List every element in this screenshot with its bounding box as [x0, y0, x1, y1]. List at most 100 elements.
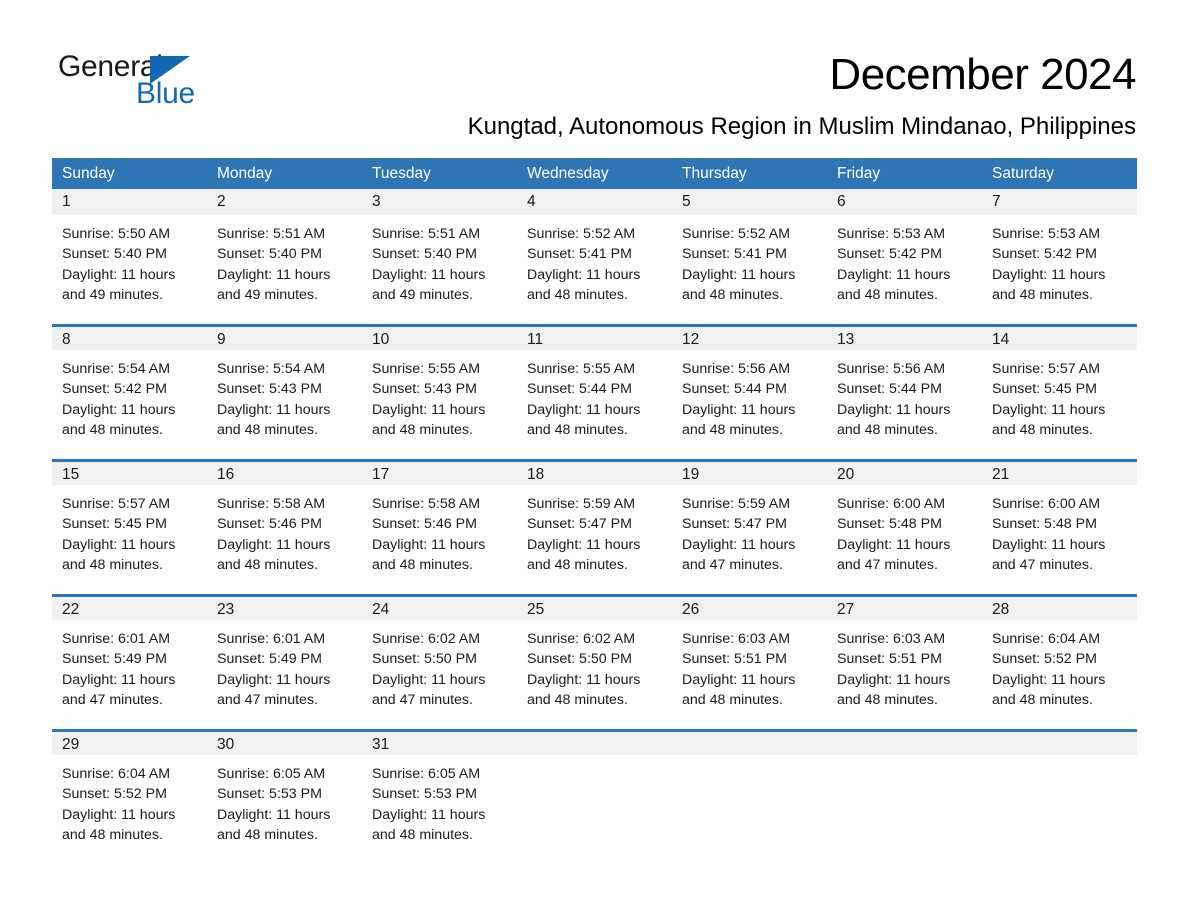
sunrise-text: Sunrise: 5:52 AM — [682, 226, 791, 242]
day-cell[interactable]: Sunrise: 5:54 AM Sunset: 5:43 PM Dayligh… — [207, 350, 362, 459]
day-number[interactable]: 1 — [52, 189, 207, 215]
daylight-text-line1: Daylight: 11 hours — [372, 671, 486, 688]
sunset-text: Sunset: 5:44 PM — [837, 381, 942, 398]
sunset-text: Sunset: 5:48 PM — [992, 516, 1097, 533]
daylight-text-line1: Daylight: 11 hours — [372, 266, 486, 283]
day-cell[interactable]: Sunrise: 6:05 AM Sunset: 5:53 PM Dayligh… — [362, 755, 517, 864]
day-cell[interactable]: Sunrise: 5:57 AM Sunset: 5:45 PM Dayligh… — [52, 485, 207, 594]
day-number[interactable]: 4 — [517, 189, 672, 215]
sunset-text: Sunset: 5:44 PM — [527, 381, 632, 398]
sunrise-text: Sunrise: 6:01 AM — [62, 631, 171, 647]
day-number[interactable]: 10 — [362, 327, 517, 350]
day-cell[interactable]: Sunrise: 5:56 AM Sunset: 5:44 PM Dayligh… — [827, 350, 982, 459]
day-number[interactable]: 23 — [207, 597, 362, 620]
day-cell[interactable]: Sunrise: 6:01 AM Sunset: 5:49 PM Dayligh… — [207, 620, 362, 729]
day-cell[interactable]: Sunrise: 6:02 AM Sunset: 5:50 PM Dayligh… — [517, 620, 672, 729]
daylight-text-line2: and 48 minutes. — [837, 421, 938, 438]
day-number-empty — [827, 732, 982, 755]
day-cell[interactable]: Sunrise: 5:58 AM Sunset: 5:46 PM Dayligh… — [207, 485, 362, 594]
week-detail-strip: Sunrise: 6:04 AM Sunset: 5:52 PM Dayligh… — [52, 755, 1137, 864]
daylight-text-line1: Daylight: 11 hours — [837, 536, 951, 553]
day-cell[interactable]: Sunrise: 5:56 AM Sunset: 5:44 PM Dayligh… — [672, 350, 827, 459]
day-cell[interactable]: Sunrise: 6:03 AM Sunset: 5:51 PM Dayligh… — [672, 620, 827, 729]
daylight-text-line2: and 48 minutes. — [837, 691, 938, 708]
day-number[interactable]: 29 — [52, 732, 207, 755]
day-cell[interactable]: Sunrise: 6:05 AM Sunset: 5:53 PM Dayligh… — [207, 755, 362, 864]
daylight-text-line1: Daylight: 11 hours — [527, 671, 641, 688]
day-cell[interactable]: Sunrise: 5:57 AM Sunset: 5:45 PM Dayligh… — [982, 350, 1137, 459]
day-number[interactable]: 27 — [827, 597, 982, 620]
weekday-saturday: Saturday — [992, 165, 1055, 182]
sunrise-text: Sunrise: 6:05 AM — [372, 766, 481, 782]
daylight-text-line1: Daylight: 11 hours — [527, 266, 641, 283]
day-number[interactable]: 24 — [362, 597, 517, 620]
daylight-text-line2: and 47 minutes. — [992, 556, 1093, 573]
day-cell[interactable]: Sunrise: 5:50 AM Sunset: 5:40 PM Dayligh… — [52, 215, 207, 324]
day-number[interactable]: 19 — [672, 462, 827, 485]
sunset-text: Sunset: 5:42 PM — [837, 246, 942, 263]
daylight-text-line2: and 49 minutes. — [62, 286, 163, 303]
day-number[interactable]: 21 — [982, 462, 1137, 485]
day-cell[interactable]: Sunrise: 6:01 AM Sunset: 5:49 PM Dayligh… — [52, 620, 207, 729]
day-number[interactable]: 15 — [52, 462, 207, 485]
day-cell[interactable]: Sunrise: 6:00 AM Sunset: 5:48 PM Dayligh… — [982, 485, 1137, 594]
sunset-text: Sunset: 5:40 PM — [62, 246, 167, 263]
day-number[interactable]: 20 — [827, 462, 982, 485]
day-number[interactable]: 6 — [827, 189, 982, 215]
day-cell[interactable]: Sunrise: 5:59 AM Sunset: 5:47 PM Dayligh… — [517, 485, 672, 594]
week-detail-strip: Sunrise: 6:01 AM Sunset: 5:49 PM Dayligh… — [52, 620, 1137, 729]
day-number[interactable]: 16 — [207, 462, 362, 485]
daylight-text-line2: and 48 minutes. — [217, 556, 318, 573]
daylight-text-line1: Daylight: 11 hours — [837, 266, 951, 283]
day-cell[interactable]: Sunrise: 6:02 AM Sunset: 5:50 PM Dayligh… — [362, 620, 517, 729]
day-cell[interactable]: Sunrise: 5:53 AM Sunset: 5:42 PM Dayligh… — [827, 215, 982, 324]
day-number[interactable]: 13 — [827, 327, 982, 350]
daylight-text-line2: and 48 minutes. — [527, 691, 628, 708]
day-number[interactable]: 30 — [207, 732, 362, 755]
day-cell[interactable]: Sunrise: 5:52 AM Sunset: 5:41 PM Dayligh… — [672, 215, 827, 324]
day-number[interactable]: 11 — [517, 327, 672, 350]
day-cell[interactable]: Sunrise: 6:03 AM Sunset: 5:51 PM Dayligh… — [827, 620, 982, 729]
daylight-text-line2: and 48 minutes. — [62, 556, 163, 573]
day-number[interactable]: 28 — [982, 597, 1137, 620]
day-number[interactable]: 22 — [52, 597, 207, 620]
sunrise-text: Sunrise: 5:58 AM — [217, 496, 326, 512]
week-daynumber-strip: 8 9 10 11 12 13 14 — [52, 324, 1137, 350]
day-cell[interactable]: Sunrise: 5:54 AM Sunset: 5:42 PM Dayligh… — [52, 350, 207, 459]
day-cell[interactable]: Sunrise: 5:59 AM Sunset: 5:47 PM Dayligh… — [672, 485, 827, 594]
day-number[interactable]: 31 — [362, 732, 517, 755]
day-number[interactable]: 2 — [207, 189, 362, 215]
sunrise-text: Sunrise: 6:02 AM — [372, 631, 481, 647]
day-number[interactable]: 14 — [982, 327, 1137, 350]
day-number[interactable]: 8 — [52, 327, 207, 350]
day-cell[interactable]: Sunrise: 5:53 AM Sunset: 5:42 PM Dayligh… — [982, 215, 1137, 324]
day-cell[interactable]: Sunrise: 6:04 AM Sunset: 5:52 PM Dayligh… — [982, 620, 1137, 729]
location-subtitle: Kungtad, Autonomous Region in Muslim Min… — [467, 113, 1136, 140]
day-number[interactable]: 3 — [362, 189, 517, 215]
weekday-header-row: Sunday Monday Tuesday Wednesday Thursday… — [52, 158, 1137, 189]
weekday-wednesday: Wednesday — [527, 165, 609, 182]
day-cell[interactable]: Sunrise: 5:55 AM Sunset: 5:43 PM Dayligh… — [362, 350, 517, 459]
day-cell[interactable]: Sunrise: 6:00 AM Sunset: 5:48 PM Dayligh… — [827, 485, 982, 594]
day-cell[interactable]: Sunrise: 5:52 AM Sunset: 5:41 PM Dayligh… — [517, 215, 672, 324]
day-number[interactable]: 9 — [207, 327, 362, 350]
daylight-text-line1: Daylight: 11 hours — [682, 266, 796, 283]
day-cell[interactable]: Sunrise: 6:04 AM Sunset: 5:52 PM Dayligh… — [52, 755, 207, 864]
logo-text-blue: Blue — [136, 77, 195, 110]
day-cell[interactable]: Sunrise: 5:55 AM Sunset: 5:44 PM Dayligh… — [517, 350, 672, 459]
day-number[interactable]: 25 — [517, 597, 672, 620]
day-number[interactable]: 26 — [672, 597, 827, 620]
week-daynumber-strip: 1 2 3 4 5 6 7 — [52, 189, 1137, 215]
day-number[interactable]: 7 — [982, 189, 1137, 215]
daylight-text-line2: and 48 minutes. — [217, 826, 318, 843]
day-cell[interactable]: Sunrise: 5:51 AM Sunset: 5:40 PM Dayligh… — [207, 215, 362, 324]
sunrise-text: Sunrise: 6:00 AM — [837, 496, 946, 512]
daylight-text-line2: and 48 minutes. — [372, 826, 473, 843]
day-number[interactable]: 12 — [672, 327, 827, 350]
day-number[interactable]: 18 — [517, 462, 672, 485]
day-cell[interactable]: Sunrise: 5:58 AM Sunset: 5:46 PM Dayligh… — [362, 485, 517, 594]
day-number[interactable]: 17 — [362, 462, 517, 485]
sunrise-text: Sunrise: 5:51 AM — [372, 226, 481, 242]
day-cell[interactable]: Sunrise: 5:51 AM Sunset: 5:40 PM Dayligh… — [362, 215, 517, 324]
day-number[interactable]: 5 — [672, 189, 827, 215]
